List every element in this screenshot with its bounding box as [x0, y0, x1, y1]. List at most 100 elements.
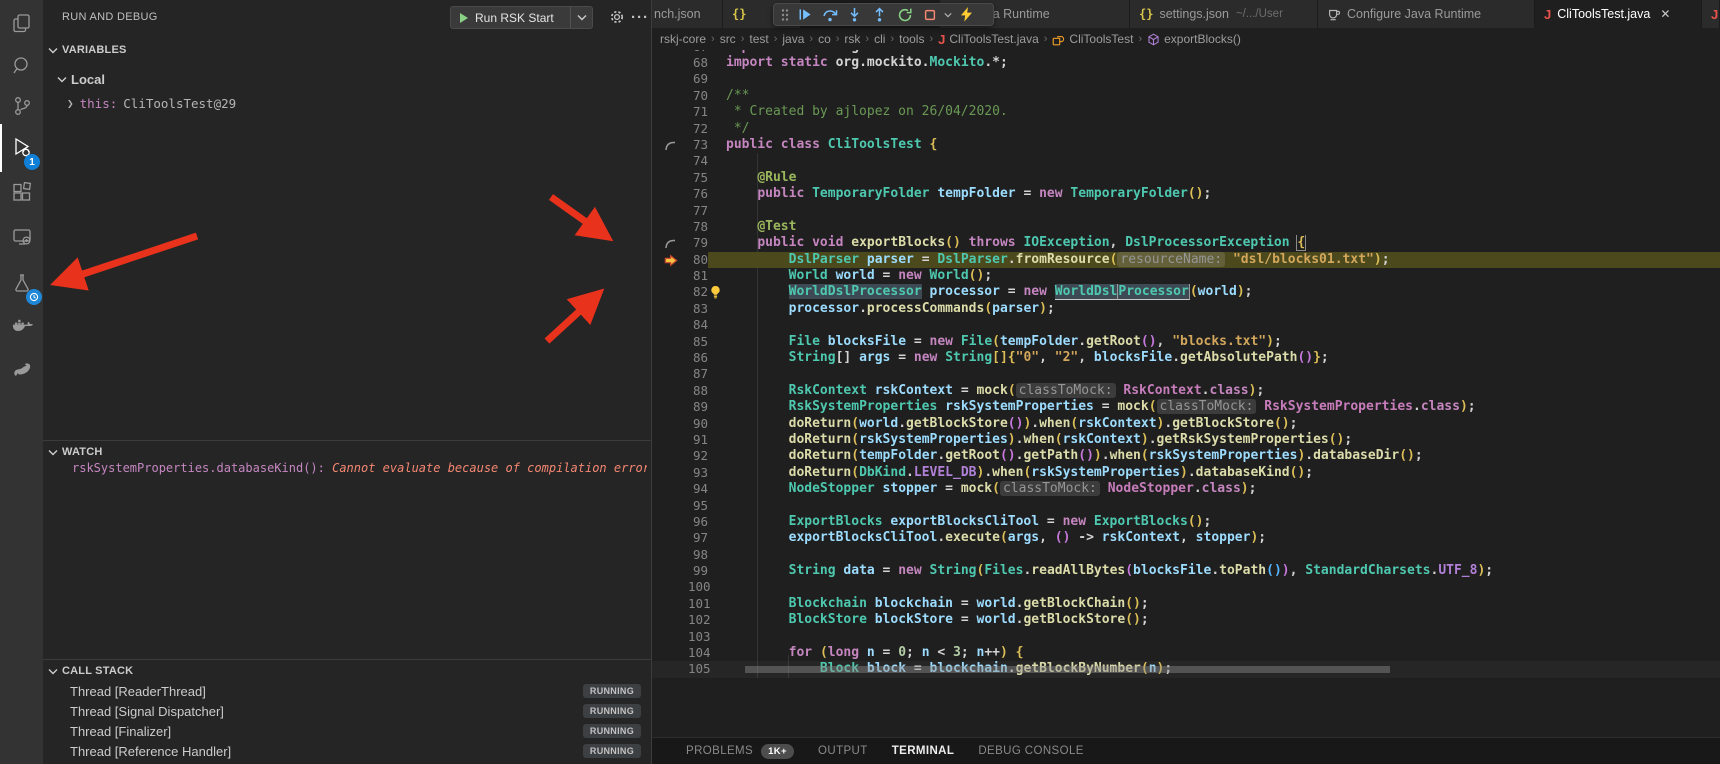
- source-control-icon[interactable]: [0, 86, 43, 126]
- gutter-83[interactable]: [652, 301, 688, 317]
- watch-section-header[interactable]: WATCH: [43, 442, 651, 462]
- call-stack-thread-row[interactable]: Thread [Signal Dispatcher]RUNNING: [43, 701, 651, 721]
- gutter-90[interactable]: [652, 416, 688, 432]
- remote-explorer-icon[interactable]: [0, 217, 43, 257]
- watch-expression-row[interactable]: rskSystemProperties.databaseKind(): Cann…: [72, 461, 647, 479]
- gutter-71[interactable]: [652, 104, 688, 120]
- gutter-78[interactable]: [652, 219, 688, 235]
- gutter-85[interactable]: [652, 334, 688, 350]
- debug-toolbar: [773, 3, 994, 26]
- docker-icon[interactable]: [0, 306, 43, 346]
- gutter-93[interactable]: [652, 465, 688, 481]
- call-stack-thread-row[interactable]: Thread [Reference Handler]RUNNING: [43, 741, 651, 761]
- gutter-75[interactable]: [652, 170, 688, 186]
- code-text: */: [708, 121, 1720, 137]
- hot-code-replace-icon[interactable]: [954, 4, 979, 25]
- gutter-80[interactable]: [652, 252, 688, 268]
- gutter-105[interactable]: [652, 661, 688, 677]
- breadcrumb-item-rskj-core[interactable]: rskj-core: [660, 32, 706, 46]
- line-number: 80: [688, 252, 708, 268]
- more-actions-icon[interactable]: ···: [630, 7, 650, 27]
- gutter-68[interactable]: [652, 55, 688, 71]
- panel-tab-terminal[interactable]: TERMINAL: [892, 745, 955, 757]
- breadcrumb-item-tools[interactable]: tools: [899, 32, 924, 46]
- gutter-74[interactable]: [652, 153, 688, 169]
- panel-tab-debug-console[interactable]: DEBUG CONSOLE: [978, 745, 1084, 757]
- step-over-button[interactable]: [817, 4, 842, 25]
- breadcrumb-item-exportBlocks()[interactable]: exportBlocks(): [1147, 32, 1241, 46]
- call-stack-thread-row[interactable]: Thread [Finalizer]RUNNING: [43, 721, 651, 741]
- run-and-debug-icon[interactable]: 1: [0, 128, 43, 168]
- gutter-101[interactable]: [652, 596, 688, 612]
- code-line-97: 97 exportBlocksCliTool.execute(args, () …: [652, 530, 1720, 546]
- gutter-70[interactable]: [652, 88, 688, 104]
- code-editor[interactable]: 67import static org.68import static org.…: [652, 39, 1720, 678]
- call-stack-thread-row[interactable]: Thread [ReaderThread]RUNNING: [43, 681, 651, 701]
- tab-Configure Java Runtime[interactable]: Configure Java Runtime: [1318, 0, 1535, 28]
- gutter-92[interactable]: [652, 448, 688, 464]
- gutter-76[interactable]: [652, 186, 688, 202]
- breadcrumb-item-CliToolsTest.java[interactable]: JCliToolsTest.java: [938, 32, 1039, 47]
- continue-button[interactable]: [792, 4, 817, 25]
- gutter-89[interactable]: [652, 399, 688, 415]
- stop-options-chevron[interactable]: [942, 4, 954, 25]
- tab-icon-only-6[interactable]: J: [1702, 0, 1720, 28]
- tab-settings.json[interactable]: {}settings.json~/.../User: [1130, 0, 1318, 28]
- gutter-73[interactable]: [652, 137, 688, 153]
- breadcrumb-item-CliToolsTest[interactable]: CliToolsTest: [1052, 32, 1133, 46]
- extensions-icon[interactable]: [0, 173, 43, 213]
- gutter-103[interactable]: [652, 629, 688, 645]
- gutter-72[interactable]: [652, 121, 688, 137]
- gutter-77[interactable]: [652, 203, 688, 219]
- gutter-94[interactable]: [652, 481, 688, 497]
- explorer-icon[interactable]: [0, 3, 43, 43]
- breadcrumb-item-src[interactable]: src: [720, 32, 736, 46]
- gutter-69[interactable]: [652, 71, 688, 87]
- gutter-79[interactable]: [652, 235, 688, 251]
- gutter-91[interactable]: [652, 432, 688, 448]
- search-icon[interactable]: [0, 46, 43, 86]
- gradle-elephant-icon[interactable]: [0, 349, 43, 389]
- gutter-97[interactable]: [652, 530, 688, 546]
- gutter-82[interactable]: [652, 284, 688, 300]
- gutter-86[interactable]: [652, 350, 688, 366]
- variable-row-this[interactable]: ❯ this: CliToolsTest@29: [67, 93, 236, 113]
- gutter-96[interactable]: [652, 514, 688, 530]
- breadcrumb-item-rsk[interactable]: rsk: [844, 32, 860, 46]
- gutter-88[interactable]: [652, 383, 688, 399]
- gutter-87[interactable]: [652, 366, 688, 382]
- variables-section-header[interactable]: VARIABLES: [43, 40, 651, 60]
- run-config-chevron[interactable]: [570, 7, 592, 28]
- gutter-81[interactable]: [652, 268, 688, 284]
- gutter-99[interactable]: [652, 563, 688, 579]
- gutter-84[interactable]: [652, 317, 688, 333]
- call-stack-section-header[interactable]: CALL STACK: [43, 661, 651, 681]
- gutter-102[interactable]: [652, 612, 688, 628]
- gear-icon[interactable]: [607, 7, 627, 27]
- tab-nch.json[interactable]: nch.json: [652, 0, 723, 28]
- breadcrumb-item-co[interactable]: co: [818, 32, 831, 46]
- variables-scope-local[interactable]: Local: [57, 69, 105, 89]
- toolbar-drag-grip[interactable]: [778, 8, 792, 22]
- gutter-104[interactable]: [652, 645, 688, 661]
- panel-tab-output[interactable]: OUTPUT: [818, 745, 868, 757]
- stop-button[interactable]: [917, 4, 942, 25]
- testing-flask-icon[interactable]: [0, 263, 43, 303]
- tab-CliToolsTest.java[interactable]: JCliToolsTest.java✕: [1535, 0, 1702, 28]
- line-number: 79: [688, 235, 708, 251]
- run-config-button[interactable]: Run RSK Start: [450, 6, 593, 29]
- code-line-86: 86 String[] args = new String[]{"0", "2"…: [652, 350, 1720, 366]
- step-out-button[interactable]: [867, 4, 892, 25]
- restart-button[interactable]: [892, 4, 917, 25]
- breadcrumb-item-test[interactable]: test: [749, 32, 768, 46]
- breadcrumb-item-cli[interactable]: cli: [874, 32, 885, 46]
- panel-tab-problems[interactable]: PROBLEMS1K+: [686, 744, 794, 759]
- breadcrumb-item-java[interactable]: java: [782, 32, 804, 46]
- step-into-button[interactable]: [842, 4, 867, 25]
- code-text: [708, 71, 1720, 87]
- gutter-95[interactable]: [652, 498, 688, 514]
- horizontal-scrollbar-thumb[interactable]: [745, 666, 1390, 673]
- gutter-100[interactable]: [652, 579, 688, 595]
- gutter-98[interactable]: [652, 547, 688, 563]
- close-tab-icon[interactable]: ✕: [1660, 7, 1670, 21]
